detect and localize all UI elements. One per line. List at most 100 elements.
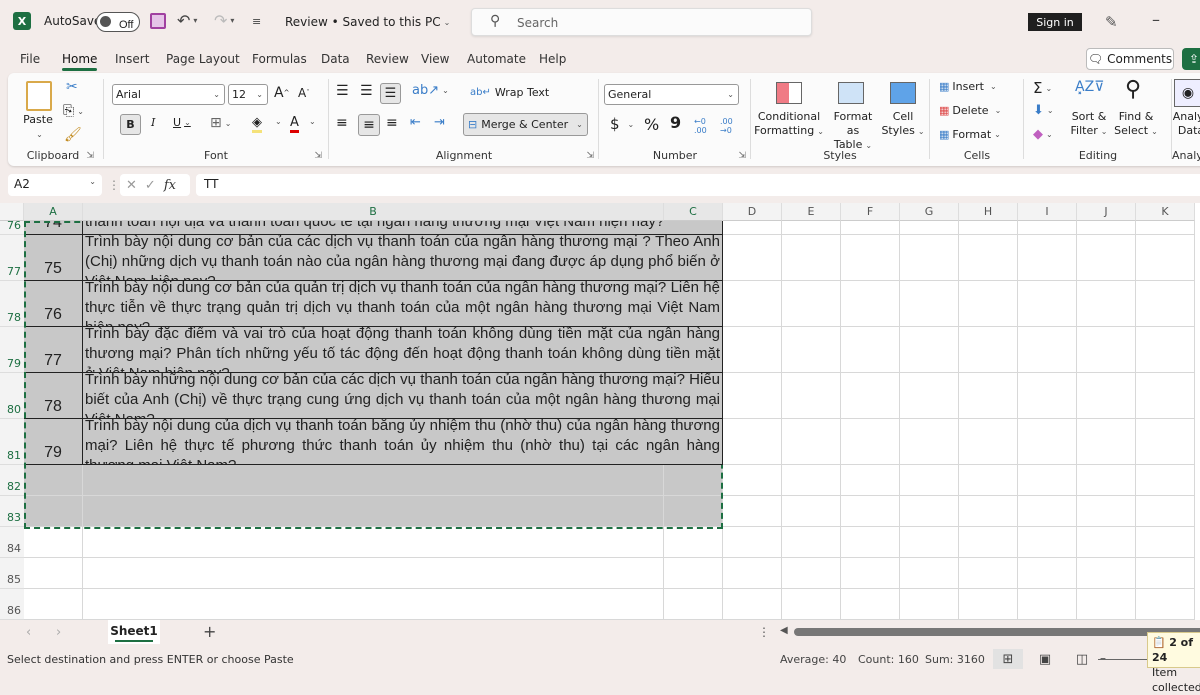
column-header-j[interactable]: J [1077,203,1136,221]
cell-b77[interactable]: Trình bày nội dung cơ bản của các dịch v… [83,235,723,281]
orientation-icon[interactable]: ab↗ ⌄ [412,83,449,98]
cell-k78[interactable] [1136,281,1195,327]
fill-color-button[interactable]: ◈ [252,115,262,133]
cell-d81[interactable] [723,419,782,465]
clipboard-notification[interactable]: 📋 2 of 24 Item collected [1147,632,1200,694]
cell-j85[interactable] [1077,558,1136,589]
bold-button[interactable]: B [120,114,141,135]
insert-function-icon[interactable]: fx [164,178,176,193]
cell-g81[interactable] [900,419,959,465]
tab-data[interactable]: Data [321,52,350,66]
format-painter-icon[interactable]: 🖌 [64,127,82,143]
cell-b80[interactable]: Trình bày những nội dung cơ bản của các … [83,373,723,419]
cell-j83[interactable] [1077,496,1136,527]
add-sheet-button[interactable]: + [203,622,216,641]
tab-review[interactable]: Review [366,52,409,66]
row-header[interactable]: 84 [0,527,24,558]
row-header[interactable]: 82 [0,465,24,496]
worksheet-grid[interactable]: A B C D E F G H I J K 76 74 thanh toán nội địa và tha… [0,203,1200,620]
cell-j82[interactable] [1077,465,1136,496]
cell-e79[interactable] [782,327,841,373]
increase-indent-icon[interactable]: ⇥ [434,115,445,130]
cell-h82[interactable] [959,465,1018,496]
row-header[interactable]: 78 [0,281,24,327]
cell-k84[interactable] [1136,527,1195,558]
tab-help[interactable]: Help [539,52,566,66]
font-color-button[interactable]: A [290,115,299,133]
cell-f78[interactable] [841,281,900,327]
next-sheet-icon[interactable]: › [56,625,61,640]
column-header-g[interactable]: G [900,203,959,221]
cell-k85[interactable] [1136,558,1195,589]
cell-i83[interactable] [1018,496,1077,527]
status-count[interactable]: Count: 160 [858,653,919,666]
tab-home[interactable]: Home [62,52,98,71]
column-header-b[interactable]: B [83,203,664,221]
dialog-launcher-icon[interactable]: ⇲ [314,151,322,161]
cell-h83[interactable] [959,496,1018,527]
cell-d86[interactable] [723,589,782,620]
column-header-c[interactable]: C [664,203,723,221]
cell-h86[interactable] [959,589,1018,620]
comma-style-button[interactable]: 9 [670,113,681,132]
cell-f85[interactable] [841,558,900,589]
cell-g82[interactable] [900,465,959,496]
cell-g83[interactable] [900,496,959,527]
autosum-button[interactable]: Σ ⌄ [1033,79,1052,97]
row-header[interactable]: 81 [0,419,24,465]
cell-j77[interactable] [1077,235,1136,281]
cell-g78[interactable] [900,281,959,327]
font-color-dropdown[interactable]: ⌄ [306,117,316,126]
cell-i85[interactable] [1018,558,1077,589]
cell-a82[interactable] [24,465,83,496]
analyze-data-button[interactable]: AnalyzData [1168,110,1200,138]
decrease-font-size-button[interactable]: Aˇ [298,86,310,100]
percent-style-button[interactable]: % [644,115,659,134]
prev-sheet-icon[interactable]: ‹ [26,625,31,640]
cell-a81[interactable]: 79 [24,419,83,465]
cell-i81[interactable] [1018,419,1077,465]
cell-f81[interactable] [841,419,900,465]
name-box[interactable]: A2 ⌄ [8,174,102,196]
cell-d82[interactable] [723,465,782,496]
sort-filter-button[interactable]: Sort & Filter ⌄ [1067,110,1111,139]
italic-button[interactable]: I [151,116,155,129]
cell-k76[interactable] [1136,221,1195,235]
cell-a78[interactable]: 76 [24,281,83,327]
cell-b76[interactable]: thanh toán nội địa và thanh toán quốc tế… [83,221,723,235]
fill-button[interactable]: ⬇ ⌄ [1033,103,1054,118]
tab-split-handle[interactable]: ⋮ [758,625,770,639]
cell-f83[interactable] [841,496,900,527]
paste-icon[interactable] [26,81,52,111]
row-header[interactable]: 86 [0,589,24,620]
cell-g84[interactable] [900,527,959,558]
cell-j81[interactable] [1077,419,1136,465]
cell-a80[interactable]: 78 [24,373,83,419]
undo-icon[interactable]: ↶ ▾ [177,11,197,30]
cell-i78[interactable] [1018,281,1077,327]
cell-b79[interactable]: Trình bày đặc điểm và vai trò của hoạt đ… [83,327,723,373]
cell-h79[interactable] [959,327,1018,373]
row-header[interactable]: 79 [0,327,24,373]
insert-cells-button[interactable]: ▦ Insert ⌄ [939,80,997,93]
cell-e86[interactable] [782,589,841,620]
row-header[interactable]: 83 [0,496,24,527]
autosave-toggle[interactable]: Off [96,12,140,32]
copy-icon[interactable]: ⎘ ⌄ [63,103,84,119]
cell-e83[interactable] [782,496,841,527]
status-average[interactable]: Average: 40 [780,653,846,666]
more-options-icon[interactable]: ⋮ [108,178,120,192]
borders-button[interactable]: ⊞ ⌄ [210,115,231,131]
save-icon[interactable] [150,13,166,29]
cell-c82[interactable] [664,465,723,496]
wrap-text-button[interactable]: ab↵ Wrap Text [470,86,549,99]
horizontal-scrollbar[interactable]: ◀ [780,625,1200,636]
dialog-launcher-icon[interactable]: ⇲ [586,151,594,161]
row-header[interactable]: 76 [0,219,24,235]
decrease-indent-icon[interactable]: ⇤ [410,115,421,130]
cell-i82[interactable] [1018,465,1077,496]
cell-c83[interactable] [664,496,723,527]
align-left-icon[interactable]: ≡ [336,115,348,131]
sheet-tab[interactable]: Sheet1 [108,620,160,644]
underline-button[interactable]: U ⌄ [173,116,191,129]
